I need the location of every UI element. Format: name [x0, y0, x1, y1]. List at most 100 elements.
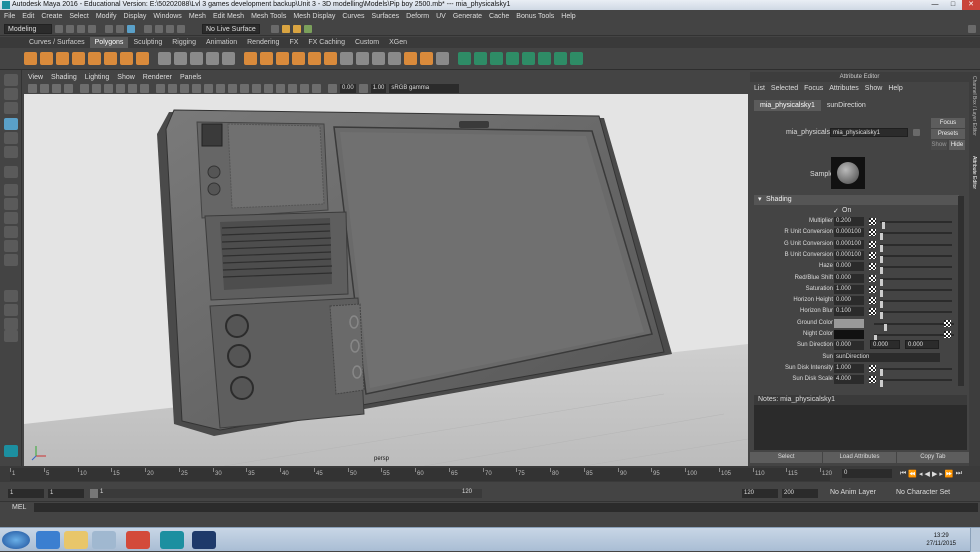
show-desktop-button[interactable] — [970, 528, 980, 552]
menu-mesh-display[interactable]: Mesh Display — [293, 13, 335, 20]
map-button-icon[interactable] — [869, 285, 876, 293]
sun-direction-y-field[interactable]: 0.000 — [870, 340, 900, 349]
attr-value-field[interactable]: 1.000 — [834, 284, 864, 294]
bridge-icon[interactable] — [260, 52, 273, 65]
attr-slider[interactable] — [880, 221, 952, 229]
fill-hole-icon[interactable] — [308, 52, 321, 65]
mirror-icon[interactable] — [222, 52, 235, 65]
current-frame-field[interactable]: 0 — [842, 469, 892, 478]
poly-cube-icon[interactable] — [40, 52, 53, 65]
hide-button[interactable]: Hide — [949, 140, 965, 150]
attr-value-field[interactable]: 0.000100 — [834, 250, 864, 260]
attributes-scrollbar[interactable] — [958, 196, 964, 386]
snap-surface-icon[interactable] — [177, 24, 185, 33]
camera-select-icon[interactable] — [28, 83, 37, 93]
xray-components-icon[interactable] — [312, 83, 321, 93]
range-start-handle[interactable] — [90, 489, 98, 498]
mel-label[interactable]: MEL — [12, 504, 26, 511]
move-tool-icon[interactable] — [4, 118, 18, 130]
end-time-field[interactable]: 200 — [782, 489, 818, 498]
go-to-end-icon[interactable]: ⏭ — [956, 470, 962, 478]
resolution-gate-icon[interactable] — [104, 83, 113, 93]
menu-generate[interactable]: Generate — [453, 13, 482, 20]
uv-cut-icon[interactable] — [522, 52, 535, 65]
film-gate-icon[interactable] — [92, 83, 101, 93]
target-weld-icon[interactable] — [388, 52, 401, 65]
select-button[interactable]: Select — [750, 452, 823, 463]
chrome-icon[interactable] — [126, 531, 150, 549]
time-slider-track[interactable]: 1 5 10 15 20 25 30 35 40 45 50 55 60 65 70 75 80 85 90 95 10… — [10, 468, 832, 481]
smooth-icon[interactable] — [190, 52, 203, 65]
photoshop-icon[interactable] — [192, 531, 216, 549]
shading-section-header[interactable]: ▾ Shading — [754, 195, 959, 205]
ae-tab-mia_physicalsky1[interactable]: mia_physicalsky1 — [754, 100, 821, 111]
map-button-icon[interactable] — [869, 263, 876, 271]
exposure-icon[interactable] — [328, 83, 337, 93]
rotate-tool-icon[interactable] — [4, 132, 18, 144]
viewport-menu-lighting[interactable]: Lighting — [85, 74, 110, 81]
viewport-menu-show[interactable]: Show — [117, 74, 135, 81]
hypershade-icon[interactable] — [968, 24, 976, 33]
shelf-tab-fx[interactable]: FX — [284, 37, 303, 48]
menu-edit-mesh[interactable]: Edit Mesh — [213, 13, 244, 20]
color-slider[interactable] — [874, 322, 954, 331]
grid-icon[interactable] — [80, 83, 89, 93]
attr-value-field[interactable]: 0.000 — [834, 341, 864, 351]
single-layout-icon[interactable] — [4, 184, 18, 196]
shelf-tab-sculpting[interactable]: Sculpting — [128, 37, 167, 48]
select-tool-icon[interactable] — [4, 74, 18, 86]
scale-tool-icon[interactable] — [4, 146, 18, 158]
lights-icon[interactable] — [204, 83, 213, 93]
select-object-icon[interactable] — [116, 24, 124, 33]
snap-grid-icon[interactable] — [144, 24, 152, 33]
attr-value-field[interactable]: 0.000 — [834, 262, 864, 272]
node-name-field[interactable]: mia_physicalsky1 — [830, 128, 908, 137]
night-color-swatch[interactable] — [834, 330, 864, 339]
ae-menu-attributes[interactable]: Attributes — [829, 85, 859, 92]
combine-icon[interactable] — [158, 52, 171, 65]
perspective-viewport[interactable]: persp — [24, 94, 748, 466]
poly-plane-icon[interactable] — [104, 52, 117, 65]
poly-torus-icon[interactable] — [88, 52, 101, 65]
start-button-icon[interactable] — [2, 531, 30, 549]
save-icon[interactable] — [66, 24, 74, 33]
uv-unfold-icon[interactable] — [554, 52, 567, 65]
step-forward-key-icon[interactable]: ▸ — [939, 470, 943, 478]
history-icon[interactable] — [270, 24, 279, 33]
snap-curve-icon[interactable] — [155, 24, 163, 33]
poly-platonic-icon[interactable] — [136, 52, 149, 65]
attr-slider[interactable] — [880, 232, 952, 241]
outliner-layout-icon[interactable] — [4, 240, 18, 252]
multi-cut-icon[interactable] — [340, 52, 353, 65]
ae-menu-list[interactable]: List — [754, 85, 765, 92]
redo-icon[interactable] — [88, 24, 96, 33]
ipr-render-icon[interactable] — [292, 24, 301, 33]
poly-disc-icon[interactable] — [120, 52, 133, 65]
gamma-icon[interactable] — [358, 83, 368, 93]
xray-joints-icon[interactable] — [300, 83, 309, 93]
maya-taskbar-icon[interactable] — [160, 531, 184, 549]
menu-file[interactable]: File — [4, 13, 15, 20]
extrude-icon[interactable] — [244, 52, 257, 65]
viewport-menu-view[interactable]: View — [28, 74, 43, 81]
node-input-icon[interactable] — [913, 129, 920, 136]
uv-layout-icon[interactable] — [570, 52, 583, 65]
shelf-tab-rendering[interactable]: Rendering — [242, 37, 284, 48]
close-button[interactable]: ✕ — [962, 0, 980, 10]
four-view-layout-icon[interactable] — [4, 198, 18, 210]
playback-end-field[interactable]: 120 — [742, 489, 778, 498]
menu-modify[interactable]: Modify — [96, 13, 117, 20]
collapse-icon[interactable] — [404, 52, 417, 65]
motion-blur-icon[interactable] — [240, 83, 249, 93]
planar-uv-icon[interactable] — [436, 52, 449, 65]
load-attributes-button[interactable]: Load Attributes — [823, 452, 896, 463]
safe-action-icon[interactable] — [140, 83, 149, 93]
map-button-icon[interactable] — [869, 308, 876, 316]
menu-edit[interactable]: Edit — [22, 13, 34, 20]
internet-explorer-icon[interactable] — [36, 531, 60, 549]
attribute-editor-tab[interactable]: Attribute Editor — [971, 156, 977, 189]
media-player-icon[interactable] — [92, 531, 116, 549]
minimize-button[interactable]: — — [926, 0, 944, 10]
depth-of-field-icon[interactable] — [264, 83, 273, 93]
persp-graph-layout-icon[interactable] — [4, 226, 18, 238]
